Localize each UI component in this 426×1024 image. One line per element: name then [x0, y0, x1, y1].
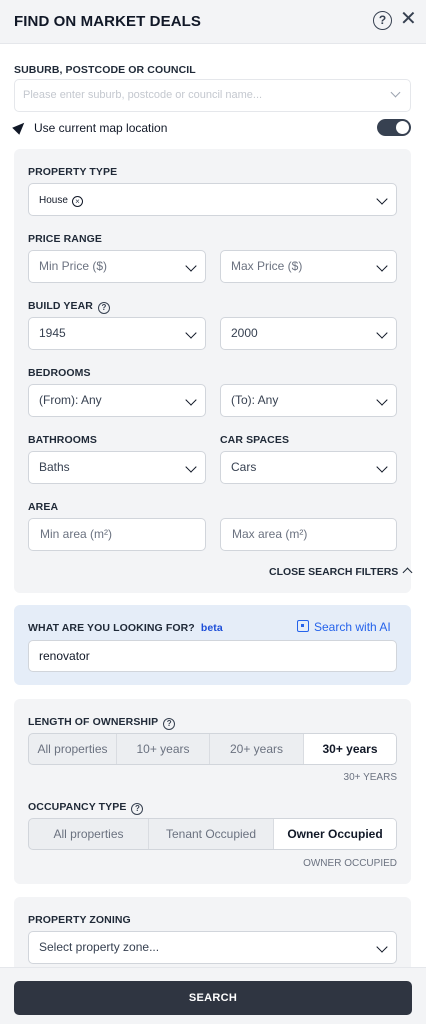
- min-price-select[interactable]: Min Price ($): [28, 250, 206, 283]
- search-with-ai-label: Search with AI: [314, 620, 391, 634]
- bedrooms-label: BEDROOMS: [28, 367, 91, 379]
- beta-badge: beta: [200, 622, 223, 634]
- occupancy-segmented-control: All properties Tenant Occupied Owner Occ…: [28, 818, 397, 850]
- property-type-select[interactable]: House ×: [28, 183, 397, 216]
- ai-chip-icon: [297, 620, 309, 632]
- car-spaces-text: Cars: [231, 460, 257, 474]
- help-icon[interactable]: ?: [97, 302, 110, 314]
- property-zoning-label: PROPERTY ZONING: [28, 914, 131, 926]
- occupancy-hint: OWNER OCCUPIED: [303, 858, 397, 869]
- bedrooms-to-text: (To): Any: [231, 393, 279, 407]
- use-map-location-toggle[interactable]: [377, 119, 411, 136]
- max-price-select[interactable]: Max Price ($): [220, 250, 397, 283]
- bathrooms-label: BATHROOMS: [28, 434, 97, 446]
- ownership-hint: 30+ YEARS: [343, 772, 397, 783]
- area-label: AREA: [28, 501, 59, 513]
- ai-search-input[interactable]: renovator: [28, 640, 397, 672]
- ownership-segmented-control: All properties 10+ years 20+ years 30+ y…: [28, 733, 397, 765]
- build-year-from-select[interactable]: 1945: [28, 317, 206, 350]
- property-zoning-select[interactable]: Select property zone...: [28, 931, 397, 964]
- property-type-label: PROPERTY TYPE: [28, 166, 118, 178]
- occupancy-option-owner[interactable]: Owner Occupied: [274, 819, 396, 849]
- build-year-label: BUILD YEAR?: [28, 300, 110, 314]
- panel-header: FIND ON MARKET DEALS ? ✕: [0, 0, 426, 44]
- ai-search-label: WHAT ARE YOU LOOKING FOR? beta: [28, 622, 223, 634]
- price-range-label: PRICE RANGE: [28, 233, 103, 245]
- bathrooms-select[interactable]: Baths: [28, 451, 206, 484]
- chevron-down-icon: [185, 327, 197, 339]
- use-map-location-row: Use current map location: [12, 119, 411, 137]
- location-search-input[interactable]: Please enter suburb, postcode or council…: [14, 79, 411, 112]
- chevron-down-icon: [376, 260, 388, 272]
- search-button[interactable]: SEARCH: [14, 981, 412, 1015]
- close-search-filters-button[interactable]: CLOSE SEARCH FILTERS: [269, 566, 413, 578]
- chevron-down-icon: [376, 941, 388, 953]
- use-map-location-label: Use current map location: [34, 121, 168, 135]
- car-spaces-select[interactable]: Cars: [220, 451, 397, 484]
- chevron-down-icon: [376, 327, 388, 339]
- property-type-tag: House: [39, 195, 68, 206]
- help-icon[interactable]: ?: [373, 11, 392, 30]
- ownership-option-20[interactable]: 20+ years: [210, 734, 304, 764]
- occupancy-type-label-text: OCCUPANCY TYPE: [28, 801, 127, 813]
- property-zoning-text: Select property zone...: [39, 940, 160, 954]
- build-year-label-text: BUILD YEAR: [28, 300, 93, 312]
- max-area-input[interactable]: Max area (m²): [220, 518, 397, 551]
- navigation-arrow-icon: [12, 119, 28, 135]
- close-icon[interactable]: ✕: [400, 9, 417, 29]
- close-search-filters-label: CLOSE SEARCH FILTERS: [269, 566, 399, 578]
- build-year-from-text: 1945: [39, 326, 66, 340]
- ownership-option-10[interactable]: 10+ years: [117, 734, 210, 764]
- length-of-ownership-label: LENGTH OF OWNERSHIP?: [28, 716, 176, 730]
- remove-tag-icon[interactable]: ×: [71, 196, 83, 207]
- build-year-to-text: 2000: [231, 326, 258, 340]
- ownership-option-all[interactable]: All properties: [29, 734, 117, 764]
- chevron-down-icon: [376, 461, 388, 473]
- bathrooms-text: Baths: [39, 460, 70, 474]
- car-spaces-label: CAR SPACES: [220, 434, 290, 446]
- bedrooms-from-text: (From): Any: [39, 393, 102, 407]
- panel-title: FIND ON MARKET DEALS: [14, 13, 201, 30]
- panel-footer: SEARCH: [0, 967, 426, 1024]
- ownership-option-30[interactable]: 30+ years: [304, 734, 396, 764]
- chevron-down-icon: [185, 394, 197, 406]
- min-price-text: Min Price ($): [39, 259, 108, 273]
- build-year-to-select[interactable]: 2000: [220, 317, 397, 350]
- occupancy-type-label: OCCUPANCY TYPE?: [28, 801, 144, 815]
- bedrooms-to-select[interactable]: (To): Any: [220, 384, 397, 417]
- chevron-down-icon: [185, 260, 197, 272]
- search-with-ai-button[interactable]: Search with AI: [297, 620, 391, 634]
- help-icon[interactable]: ?: [131, 803, 144, 815]
- help-icon[interactable]: ?: [163, 718, 176, 730]
- chevron-down-icon: [376, 394, 388, 406]
- min-area-input[interactable]: Min area (m²): [28, 518, 206, 551]
- ai-search-label-text: WHAT ARE YOU LOOKING FOR?: [28, 622, 195, 634]
- chevron-down-icon: [185, 461, 197, 473]
- toggle-knob: [396, 121, 409, 134]
- location-label: SUBURB, POSTCODE OR COUNCIL: [14, 64, 196, 76]
- chevron-down-icon: [376, 193, 388, 205]
- max-price-text: Max Price ($): [231, 259, 303, 273]
- length-of-ownership-label-text: LENGTH OF OWNERSHIP: [28, 716, 159, 728]
- occupancy-option-tenant[interactable]: Tenant Occupied: [149, 819, 274, 849]
- occupancy-option-all[interactable]: All properties: [29, 819, 149, 849]
- chevron-up-icon: [402, 567, 413, 578]
- bedrooms-from-select[interactable]: (From): Any: [28, 384, 206, 417]
